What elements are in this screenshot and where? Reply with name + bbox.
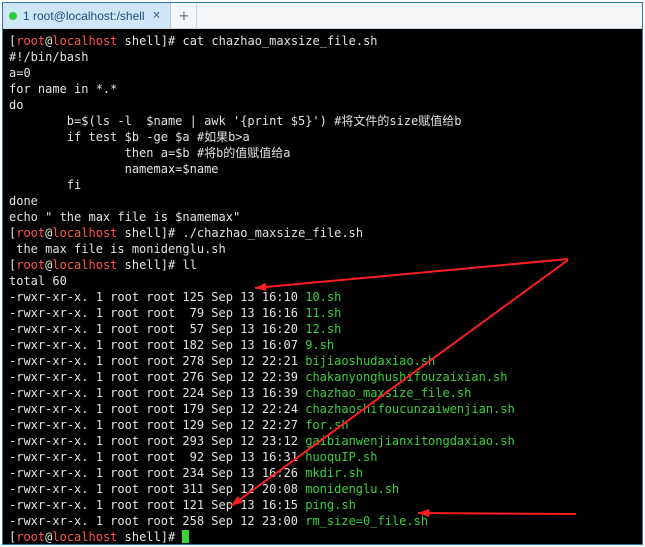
tab-bar: 1 root@localhost:/shell × + [3, 3, 642, 29]
tab-status-led [9, 12, 17, 20]
terminal[interactable]: [root@localhost shell]# cat chazhao_maxs… [3, 29, 642, 544]
app-window: 1 root@localhost:/shell × + [root@localh… [2, 2, 643, 545]
tab-title: 1 root@localhost:/shell [23, 9, 145, 23]
add-tab-button[interactable]: + [171, 3, 197, 28]
close-icon[interactable]: × [151, 9, 163, 22]
tab-terminal-1[interactable]: 1 root@localhost:/shell × [3, 3, 171, 28]
cursor [182, 530, 189, 543]
